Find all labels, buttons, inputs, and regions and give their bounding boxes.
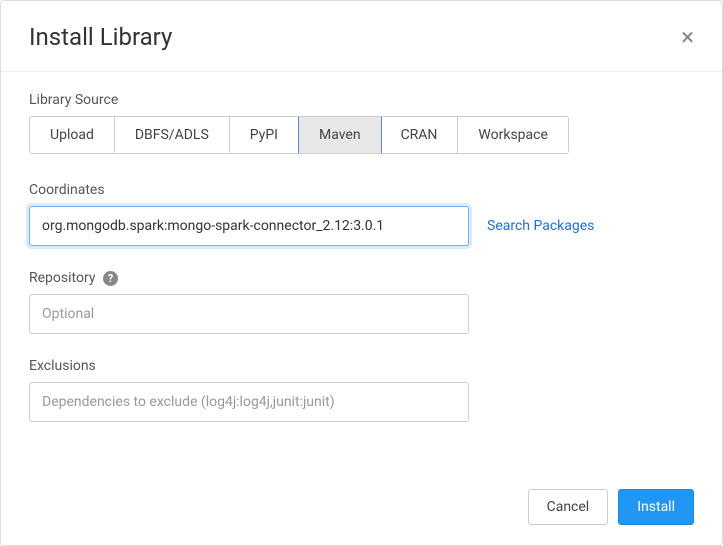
- exclusions-label: Exclusions: [29, 358, 694, 374]
- coordinates-row: Search Packages: [29, 206, 694, 246]
- tab-cran[interactable]: CRAN: [381, 117, 459, 153]
- search-packages-link[interactable]: Search Packages: [487, 218, 594, 234]
- modal-body: Library Source Upload DBFS/ADLS PyPI Mav…: [1, 72, 722, 475]
- coordinates-label: Coordinates: [29, 182, 694, 198]
- install-button[interactable]: Install: [618, 489, 694, 525]
- modal-title: Install Library: [29, 23, 172, 51]
- repository-group: Repository ?: [29, 270, 694, 334]
- help-icon[interactable]: ?: [103, 271, 118, 286]
- cancel-button[interactable]: Cancel: [528, 489, 609, 525]
- tab-pypi[interactable]: PyPI: [230, 117, 299, 153]
- tab-maven[interactable]: Maven: [298, 116, 382, 154]
- tab-dbfs-adls[interactable]: DBFS/ADLS: [115, 117, 230, 153]
- repository-input[interactable]: [29, 294, 469, 334]
- library-source-group: Library Source Upload DBFS/ADLS PyPI Mav…: [29, 92, 694, 154]
- close-icon: ×: [681, 23, 694, 51]
- modal-footer: Cancel Install: [1, 475, 722, 545]
- modal-header: Install Library ×: [1, 1, 722, 72]
- coordinates-input[interactable]: [29, 206, 469, 246]
- library-source-tabs: Upload DBFS/ADLS PyPI Maven CRAN Workspa…: [29, 116, 569, 154]
- exclusions-input[interactable]: [29, 382, 469, 422]
- close-button[interactable]: ×: [681, 25, 694, 49]
- tab-upload[interactable]: Upload: [30, 117, 115, 153]
- install-library-modal: Install Library × Library Source Upload …: [0, 0, 723, 546]
- library-source-label: Library Source: [29, 92, 694, 108]
- exclusions-group: Exclusions: [29, 358, 694, 422]
- coordinates-group: Coordinates Search Packages: [29, 182, 694, 246]
- repository-label: Repository ?: [29, 270, 694, 286]
- tab-workspace[interactable]: Workspace: [458, 117, 568, 153]
